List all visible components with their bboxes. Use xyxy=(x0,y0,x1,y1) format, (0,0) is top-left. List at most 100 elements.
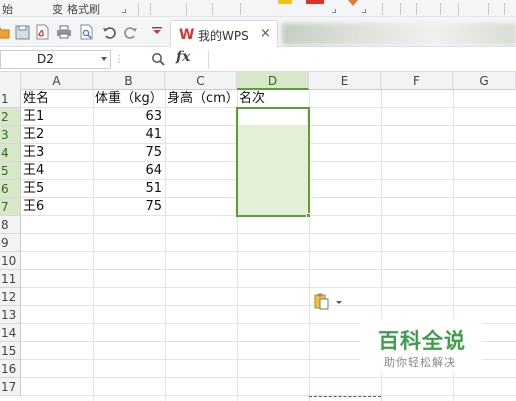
save-icon[interactable] xyxy=(14,24,30,40)
tab-my-wps[interactable]: W 我的WPS × xyxy=(170,20,278,47)
name-box-value: D2 xyxy=(37,52,54,66)
gridline xyxy=(21,233,516,234)
row-header-10[interactable]: 10 xyxy=(0,252,21,270)
column-header-d[interactable]: D xyxy=(237,72,309,90)
tab-label: 我的WPS xyxy=(198,29,249,43)
row-header-5[interactable]: 5 xyxy=(0,162,21,180)
row-header-6[interactable]: 6 xyxy=(0,180,21,198)
row-header-8[interactable]: 8 xyxy=(0,216,21,234)
ribbon-fragment-start: 始 xyxy=(2,3,13,16)
red-font-icon[interactable] xyxy=(306,0,324,4)
ribbon-separator xyxy=(382,3,383,15)
cell-a1[interactable]: 姓名 xyxy=(23,90,49,108)
gridline xyxy=(21,251,516,252)
row-header-9[interactable]: 9 xyxy=(0,234,21,252)
ribbon-fragment-change: 变 xyxy=(52,3,63,16)
column-header-c[interactable]: C xyxy=(165,72,237,90)
zoom-icon[interactable] xyxy=(151,52,165,69)
cell-a7[interactable]: 王6 xyxy=(23,198,44,216)
cell-b1[interactable]: 体重（kg） xyxy=(95,90,163,108)
row-header-7[interactable]: 7 xyxy=(0,198,21,216)
cell-a2[interactable]: 王1 xyxy=(23,108,44,126)
customize-icon[interactable] xyxy=(149,24,165,40)
cell-a3[interactable]: 王2 xyxy=(23,126,44,144)
print-preview-icon[interactable] xyxy=(78,24,94,40)
undo-icon[interactable] xyxy=(101,24,117,40)
ribbon-separator xyxy=(440,3,441,15)
row-header-14[interactable]: 14 xyxy=(0,324,21,342)
name-box[interactable]: D2 xyxy=(0,50,111,69)
cell-b4[interactable]: 75 xyxy=(93,144,165,162)
ribbon-separator xyxy=(416,3,417,15)
watermark-title: 百科全说 xyxy=(378,329,466,353)
print-icon[interactable] xyxy=(56,24,72,40)
row-header-16[interactable]: 16 xyxy=(0,360,21,378)
export-pdf-icon[interactable] xyxy=(34,24,50,40)
ribbon-strip: 始 变 格式刷 xyxy=(0,0,516,17)
row-header-1[interactable]: 1 xyxy=(0,90,21,108)
ribbon-separator xyxy=(186,3,187,15)
cell-b7[interactable]: 75 xyxy=(93,198,165,216)
column-header-f[interactable]: F xyxy=(381,72,453,90)
dialog-launcher-icon[interactable] xyxy=(122,9,126,13)
cell-d1[interactable]: 名次 xyxy=(239,90,265,108)
ribbon-separator xyxy=(400,3,401,15)
formula-input[interactable] xyxy=(208,50,516,69)
ribbon-separator xyxy=(212,3,213,15)
ribbon-separator xyxy=(458,3,459,15)
dialog-launcher-icon[interactable] xyxy=(332,9,336,13)
watermark-subtitle: 助你轻松解决 xyxy=(384,356,456,369)
ribbon-separator xyxy=(150,3,151,15)
row-header-2[interactable]: 2 xyxy=(0,108,21,126)
paste-options-button[interactable] xyxy=(313,293,343,311)
selection-border xyxy=(236,107,310,217)
blurred-document-tab[interactable] xyxy=(282,23,516,45)
gridline xyxy=(21,287,516,288)
column-header-g[interactable]: G xyxy=(453,72,516,90)
wps-logo-icon: W xyxy=(179,27,195,43)
chevron-down-icon[interactable] xyxy=(101,57,107,61)
open-folder-icon[interactable] xyxy=(0,24,10,40)
column-header-b[interactable]: B xyxy=(93,72,165,90)
gridline xyxy=(21,395,516,396)
cell-b6[interactable]: 51 xyxy=(93,180,165,198)
close-icon[interactable]: × xyxy=(260,26,271,41)
ribbon-separator xyxy=(240,3,241,15)
formula-bar-divider[interactable]: ⋮ xyxy=(114,50,124,69)
dialog-launcher-icon[interactable] xyxy=(362,9,366,13)
row-header-17[interactable]: 17 xyxy=(0,378,21,396)
gridline xyxy=(21,305,516,306)
function-icon[interactable]: fx xyxy=(176,49,190,65)
select-all-corner[interactable] xyxy=(0,72,21,90)
row-header-3[interactable]: 3 xyxy=(0,126,21,144)
gridline xyxy=(165,90,166,401)
row-header-13[interactable]: 13 xyxy=(0,306,21,324)
cell-a4[interactable]: 王3 xyxy=(23,144,44,162)
cell-c1[interactable]: 身高（cm） xyxy=(167,90,239,108)
formula-bar: D2 ⋮ fx xyxy=(0,47,516,72)
chevron-down-icon xyxy=(336,301,342,304)
cell-b5[interactable]: 64 xyxy=(93,162,165,180)
ribbon-separator xyxy=(488,3,489,15)
fill-handle[interactable] xyxy=(306,213,311,218)
yellow-highlight-icon[interactable] xyxy=(278,0,292,4)
redo-icon[interactable] xyxy=(123,24,139,40)
row-header-12[interactable]: 12 xyxy=(0,288,21,306)
column-header-a[interactable]: A xyxy=(21,72,93,90)
row-header-15[interactable]: 15 xyxy=(0,342,21,360)
copy-marquee xyxy=(309,396,381,401)
ribbon-format-painter[interactable]: 格式刷 xyxy=(67,1,100,17)
paste-icon xyxy=(314,293,329,310)
ribbon-separator xyxy=(504,3,505,15)
cell-a5[interactable]: 王4 xyxy=(23,162,44,180)
column-header-e[interactable]: E xyxy=(309,72,381,90)
orange-arrow-icon[interactable] xyxy=(348,0,358,6)
row-header-11[interactable]: 11 xyxy=(0,270,21,288)
gridline xyxy=(21,269,516,270)
cell-b3[interactable]: 41 xyxy=(93,126,165,144)
row-header-4[interactable]: 4 xyxy=(0,144,21,162)
ribbon-separator xyxy=(138,3,139,15)
cell-b2[interactable]: 63 xyxy=(93,108,165,126)
quick-access-toolbar: W 我的WPS × xyxy=(0,17,516,47)
cell-a6[interactable]: 王5 xyxy=(23,180,44,198)
